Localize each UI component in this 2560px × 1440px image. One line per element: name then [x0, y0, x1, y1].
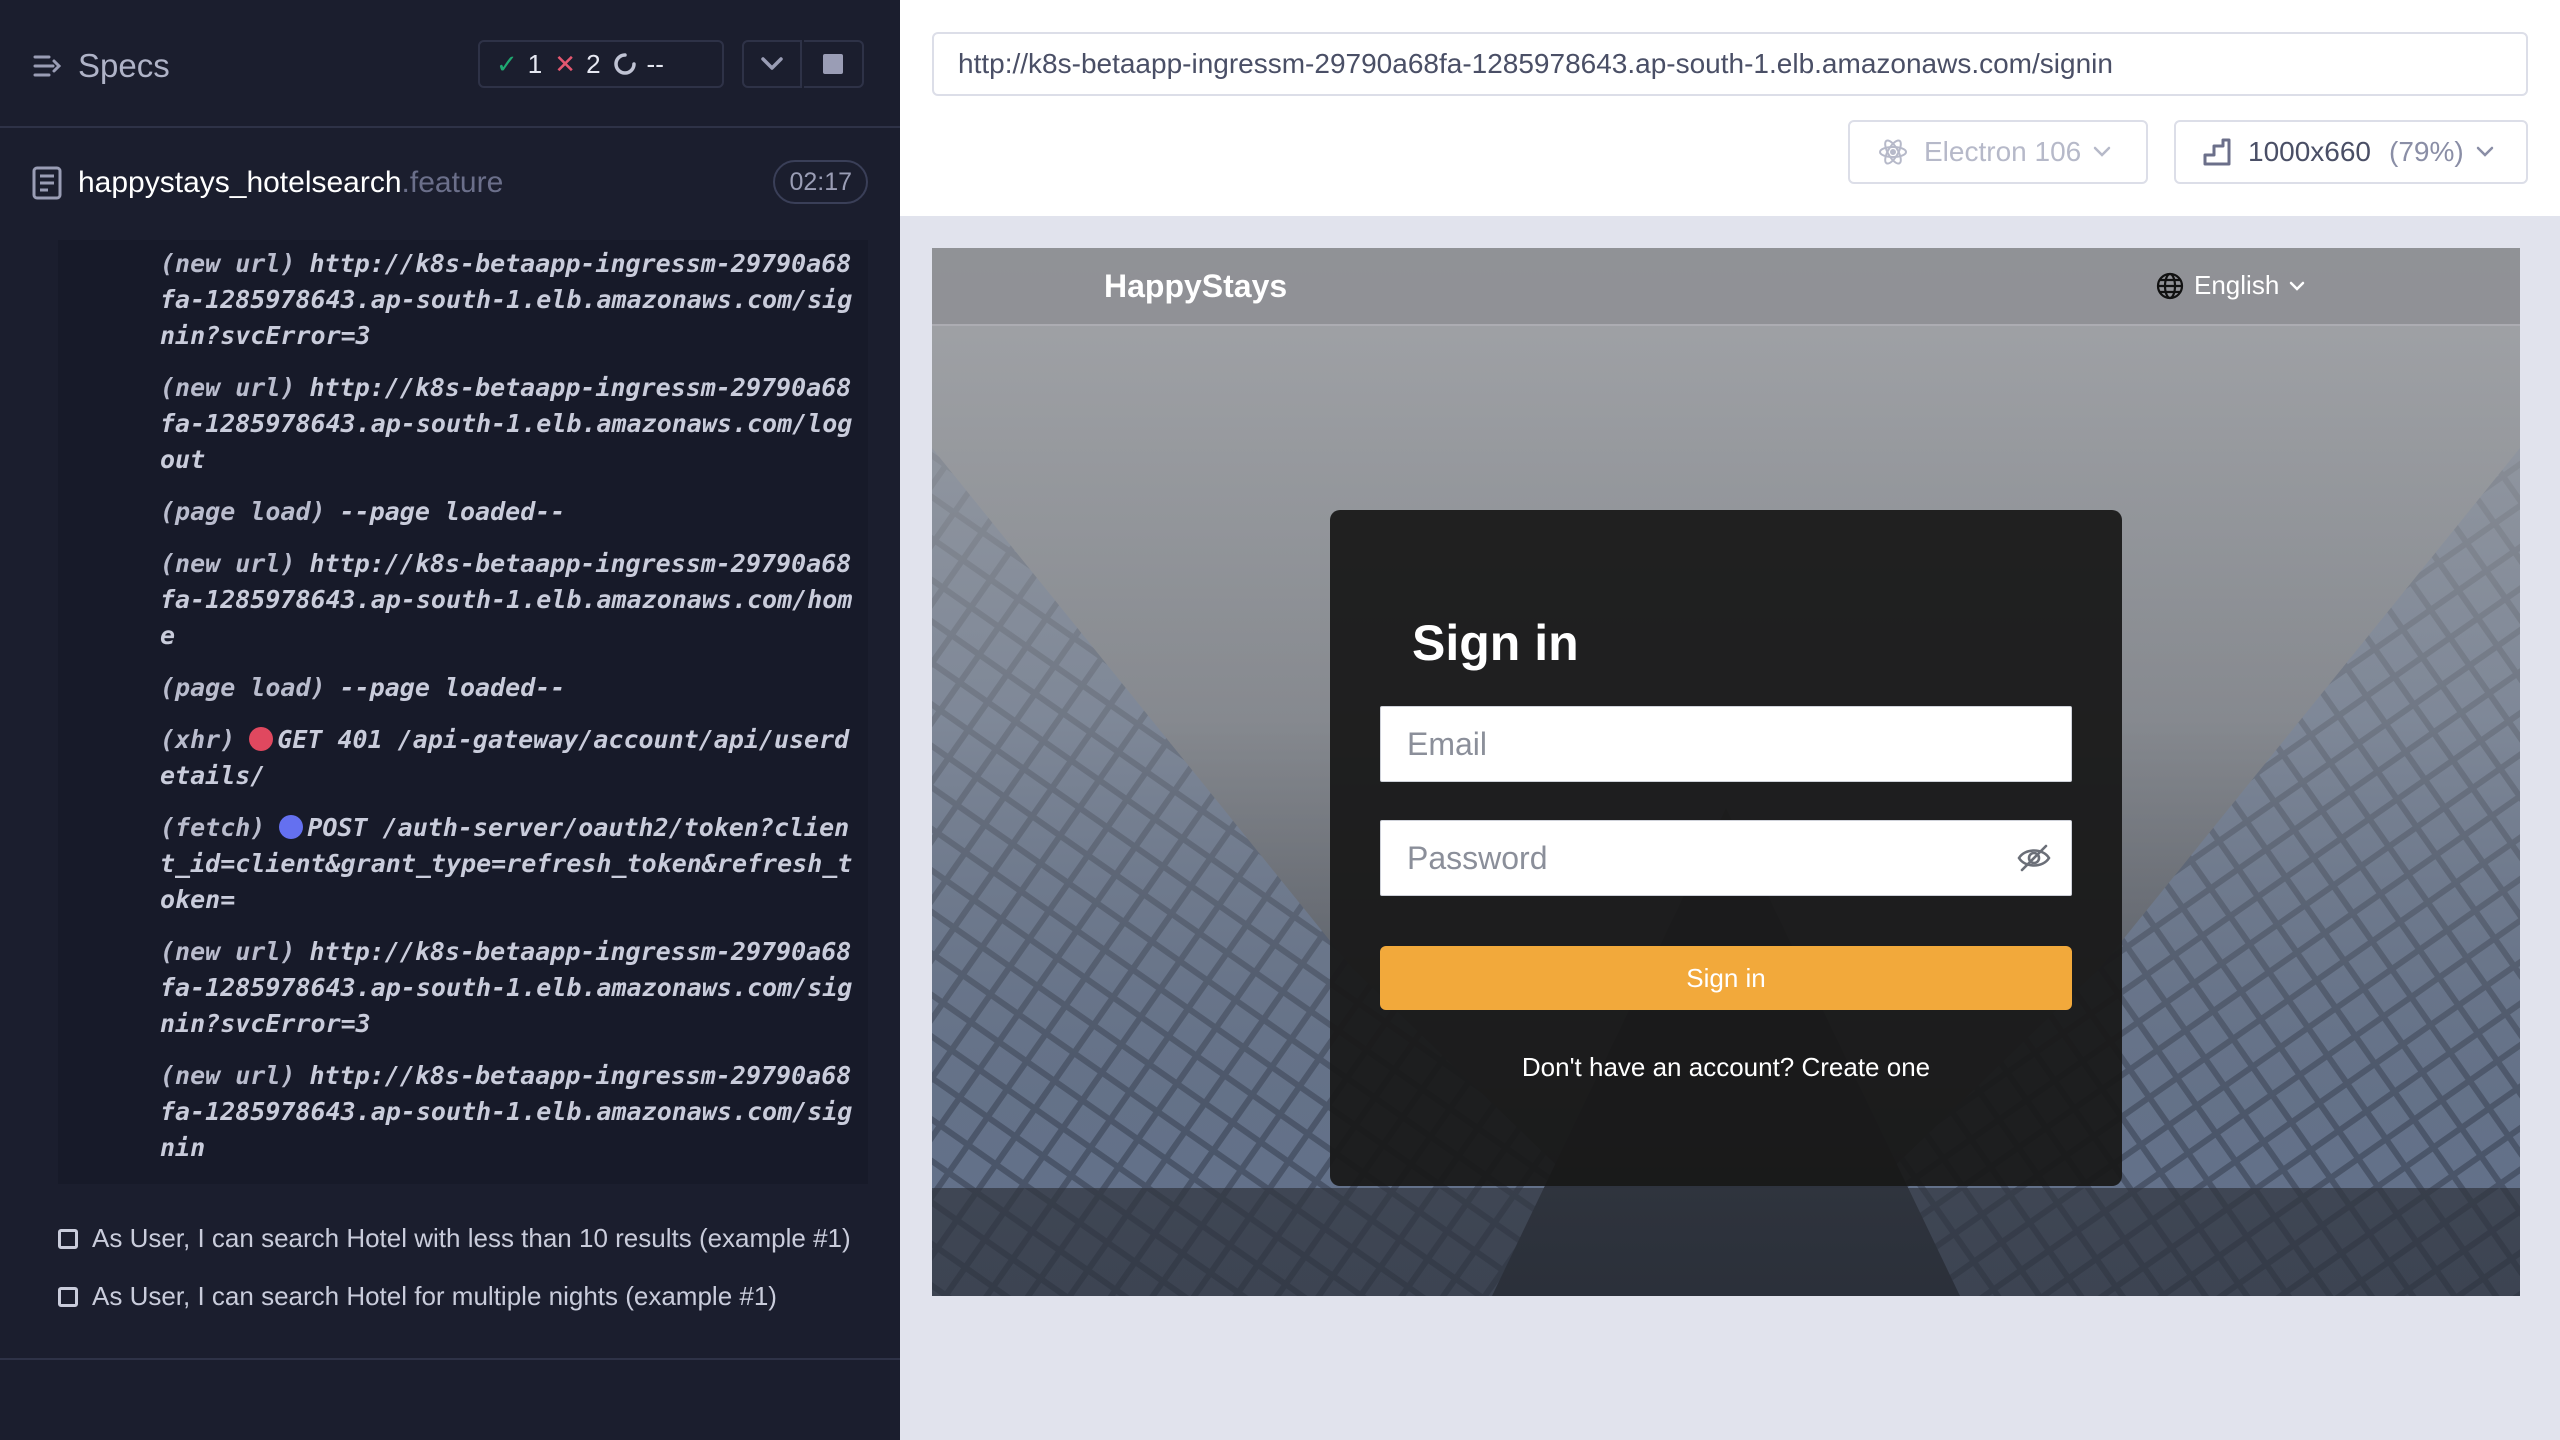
password-field[interactable]: Password	[1380, 820, 2072, 896]
language-label: English	[2194, 270, 2280, 300]
test-status-icon	[58, 1229, 78, 1249]
log-entry[interactable]: (new url) http://k8s-betaapp-ingressm-297…	[160, 1058, 860, 1166]
request-error-indicator-icon	[249, 727, 274, 751]
hide-password-icon[interactable]	[2017, 843, 2051, 873]
viewport-size: 1000x660	[2248, 136, 2372, 167]
ruler-icon	[2203, 138, 2231, 166]
signin-button[interactable]: Sign in	[1380, 946, 2072, 1010]
app-navbar: HappyStays English	[932, 248, 2520, 326]
runner-area: http://k8s-betaapp-ingressm-29790a68fa-1…	[900, 0, 2560, 1440]
log-entry[interactable]: (page load) --page loaded--	[160, 670, 860, 706]
spec-file-name: happystays_hotelsearch	[78, 166, 402, 199]
document-icon	[32, 166, 62, 200]
signin-title: Sign in	[1412, 615, 1579, 671]
log-entry[interactable]: (new url) http://k8s-betaapp-ingressm-297…	[160, 370, 860, 478]
viewport-scale: (79%)	[2389, 136, 2464, 167]
log-entry[interactable]: (new url) http://k8s-betaapp-ingressm-297…	[160, 246, 860, 354]
email-placeholder: Email	[1407, 725, 1488, 762]
passed-stat: ✓ 1	[496, 49, 542, 80]
specs-list-icon	[33, 55, 62, 77]
chevron-down-icon	[2093, 146, 2111, 157]
electron-icon	[1879, 139, 1907, 165]
password-placeholder: Password	[1407, 839, 1548, 876]
spec-file-row[interactable]: happystays_hotelsearch .feature 02:17	[32, 160, 868, 206]
passed-count: 1	[527, 48, 543, 79]
create-account-link[interactable]: Don't have an account? Create one	[1330, 1052, 2122, 1083]
spinner-icon	[613, 53, 636, 75]
test-list: As User, I can search Hotel with less th…	[58, 1220, 868, 1336]
language-selector[interactable]: English	[2156, 270, 2305, 301]
test-item-label: As User, I can search Hotel with less th…	[92, 1223, 851, 1253]
log-entry[interactable]: (new url) http://k8s-betaapp-ingressm-297…	[160, 934, 860, 1042]
chevron-down-icon	[2476, 146, 2493, 157]
test-item[interactable]: As User, I can search Hotel for multiple…	[58, 1278, 868, 1314]
test-item-label: As User, I can search Hotel for multiple…	[92, 1281, 777, 1311]
stop-button[interactable]	[804, 40, 864, 88]
stop-icon	[823, 54, 843, 74]
spec-file-extension: .feature	[401, 166, 504, 199]
viewport-selector[interactable]: 1000x660 (79%)	[2174, 120, 2528, 184]
url-bar[interactable]: http://k8s-betaapp-ingressm-29790a68fa-1…	[932, 32, 2528, 96]
brand-logo[interactable]: HappyStays	[1104, 268, 1287, 305]
spec-duration: 02:17	[773, 160, 868, 204]
failed-stat: ✕ 2	[554, 49, 600, 80]
failed-count: 2	[586, 48, 601, 79]
check-icon: ✓	[496, 48, 518, 79]
log-entry[interactable]: (fetch) POST /auth-server/oauth2/token?cl…	[160, 810, 860, 918]
reporter-header: Specs ✓ 1 ✕ 2 --	[0, 0, 900, 128]
pending-count: --	[646, 48, 664, 79]
specs-label: Specs	[78, 47, 170, 84]
browser-selector[interactable]: Electron 106	[1848, 120, 2148, 184]
runner-toolbar: http://k8s-betaapp-ingressm-29790a68fa-1…	[900, 0, 2560, 216]
test-status-icon	[58, 1287, 78, 1307]
app-under-test: HappyStays English Sign in Email Passwor…	[932, 248, 2520, 1296]
command-log[interactable]: (new url) http://k8s-betaapp-ingressm-297…	[58, 240, 868, 1184]
chevron-down-icon	[2290, 281, 2305, 291]
log-entry[interactable]: (xhr) GET 401 /api-gateway/account/api/us…	[160, 722, 860, 794]
log-entry[interactable]: (page load) --page loaded--	[160, 494, 860, 530]
toggle-auto-scroll-button[interactable]	[742, 40, 802, 88]
chevron-down-icon	[761, 57, 783, 70]
reporter-panel: Specs ✓ 1 ✕ 2 -- happystays_hotelsearch …	[0, 0, 900, 1440]
signin-card: Sign in Email Password Sign in Don't hav…	[1330, 510, 2122, 1186]
request-pending-indicator-icon	[279, 815, 304, 839]
x-icon: ✕	[554, 48, 577, 79]
browser-label: Electron 106	[1924, 136, 2082, 167]
divider	[0, 1358, 900, 1360]
specs-toggle[interactable]: Specs	[32, 47, 170, 84]
email-field[interactable]: Email	[1380, 706, 2072, 782]
test-item[interactable]: As User, I can search Hotel with less th…	[58, 1220, 868, 1256]
test-stats: ✓ 1 ✕ 2 --	[478, 40, 724, 88]
globe-icon	[2156, 272, 2184, 299]
log-entry[interactable]: (new url) http://k8s-betaapp-ingressm-297…	[160, 546, 860, 654]
pending-stat: --	[613, 49, 664, 80]
